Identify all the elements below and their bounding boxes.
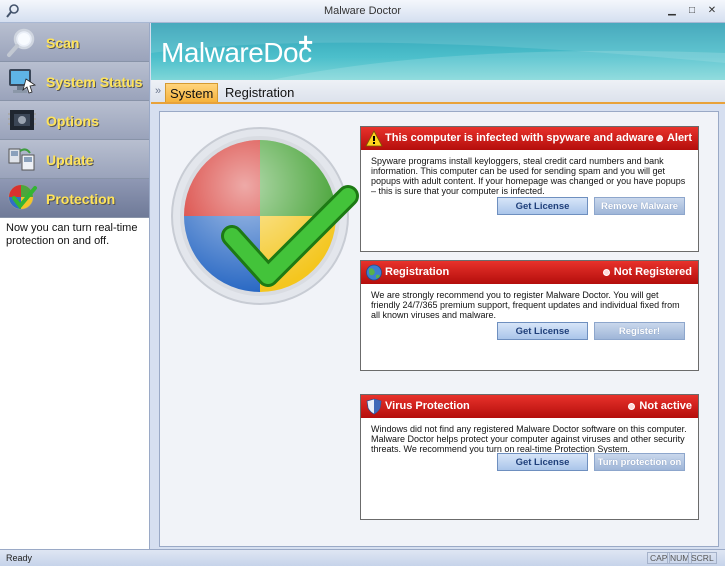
registration-panel: Registration Not Registered We are stron… [360,260,699,371]
status-bar: Ready CAP NUM SCRL [0,549,725,566]
tab-system[interactable]: System [165,83,219,102]
get-license-button[interactable]: Get License [497,322,588,340]
windows-check-logo [171,127,359,305]
sidebar-description: Now you can turn real-time protection on… [6,222,138,247]
options-chip-icon [8,110,36,130]
sidebar-item-label: Scan [46,35,80,51]
double-chevron-icon: » [155,85,162,97]
sidebar-item-update[interactable]: Update [0,140,149,179]
update-computers-icon [8,148,35,171]
header-banner: MalwareDoc + [151,23,725,80]
sidebar: Scan System Status Options Update Protec… [0,23,150,549]
brand-plus: + [298,27,314,57]
sidebar-item-label: Options [46,113,99,129]
scan-magnifier-icon [7,28,35,57]
remove-malware-button[interactable]: Remove Malware [594,197,685,215]
status-text: Ready [6,553,33,563]
tab-registration[interactable]: Registration [221,83,298,102]
sidebar-item-label: Update [46,152,94,168]
panel-title: This computer is infected with spyware a… [385,132,654,144]
status-text: Alert [666,132,692,144]
panel-title: Virus Protection [385,400,470,412]
sidebar-item-protection[interactable]: Protection [0,179,149,218]
maximize-button[interactable]: □ [683,3,701,18]
sidebar-item-options[interactable]: Options [0,101,149,140]
scrl-indicator: SCRL [688,552,717,564]
panel-header: Virus Protection Not active [361,395,698,418]
warning-triangle-icon [365,130,383,147]
shield-icon [366,398,382,415]
sidebar-item-label: Protection [46,191,116,207]
panel-header: This computer is infected with spyware a… [361,127,698,150]
status-text: Not active [639,400,692,412]
panel-title: Registration [385,266,450,278]
status-dot-icon [655,134,663,142]
turn-protection-on-button[interactable]: Turn protection on [594,453,685,471]
minimize-button[interactable]: ▁ [663,3,681,18]
panel-status: Not active [628,400,692,412]
panel-text: Spyware programs install keyloggers, ste… [371,156,686,196]
status-text: Not Registered [613,266,692,278]
tab-bar: » System Registration [151,80,725,104]
sidebar-item-system-status[interactable]: System Status [0,62,149,101]
window-title: Malware Doctor [323,5,402,17]
title-bar: Malware Doctor ▁ □ ✕ [0,0,725,23]
register-button[interactable]: Register! [594,322,685,340]
infected-alert-panel: This computer is infected with spyware a… [360,126,699,252]
sidebar-item-label: System Status [46,74,143,90]
get-license-button[interactable]: Get License [497,453,588,471]
brand-logo-text: MalwareDoc [161,37,312,68]
panel-text: We are strongly recommend you to registe… [371,290,680,320]
main-content: This computer is infected with spyware a… [159,111,719,547]
panel-status: Alert [655,132,692,144]
panel-status: Not Registered [602,266,692,278]
panel-text: Windows did not find any registered Malw… [371,424,687,454]
close-button[interactable]: ✕ [703,3,721,18]
virus-protection-panel: Virus Protection Not active Windows did … [360,394,699,520]
status-dot-icon [602,268,610,276]
globe-icon [366,264,382,281]
shield-protection-icon [8,184,37,210]
status-dot-icon [628,402,636,410]
monitor-icon [9,69,37,94]
sidebar-item-scan[interactable]: Scan [0,23,149,62]
panel-header: Registration Not Registered [361,261,698,284]
get-license-button[interactable]: Get License [497,197,588,215]
